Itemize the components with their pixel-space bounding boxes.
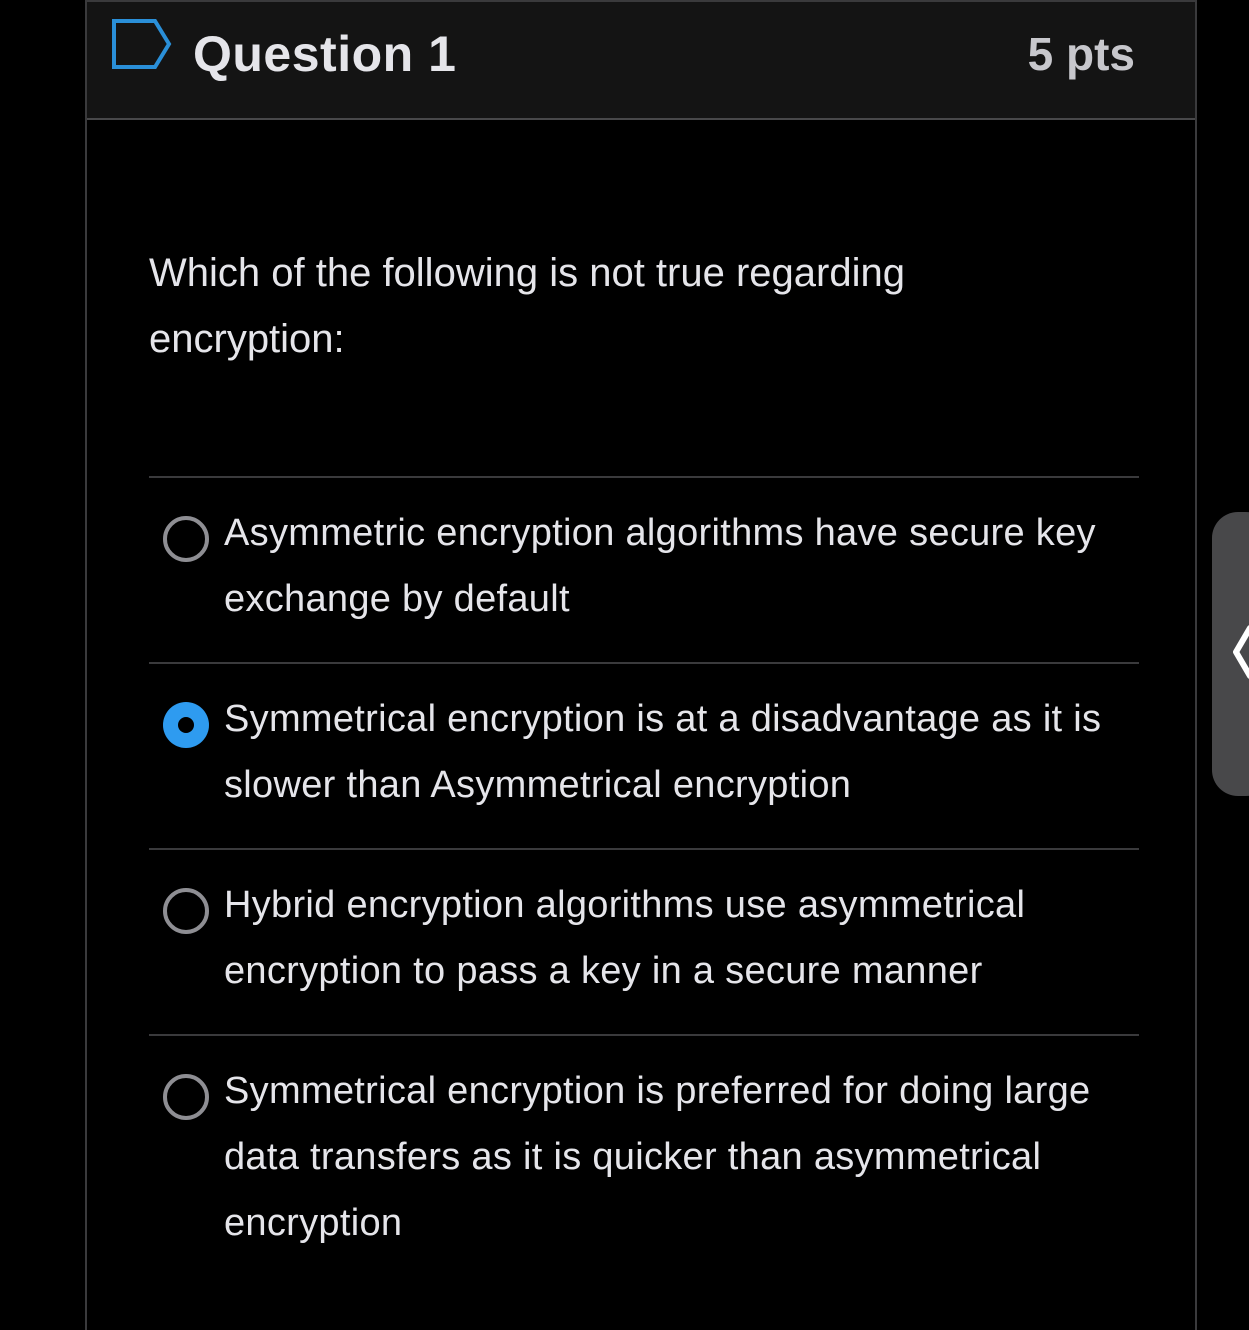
answer-label: Hybrid encryption algorithms use asymmet… xyxy=(224,884,1026,992)
question-title: Question 1 xyxy=(193,26,457,82)
radio-button-selected[interactable] xyxy=(163,702,209,748)
radio-button[interactable] xyxy=(163,516,209,562)
answer-option-2[interactable]: Symmetrical encryption is at a disadvant… xyxy=(149,662,1139,848)
question-header: Question 1 5 pts xyxy=(87,2,1195,120)
radio-button[interactable] xyxy=(163,1074,209,1120)
answer-label: Symmetrical encryption is preferred for … xyxy=(224,1070,1091,1244)
answer-option-3[interactable]: Hybrid encryption algorithms use asymmet… xyxy=(149,848,1139,1034)
side-panel-tab[interactable] xyxy=(1212,512,1249,796)
answer-list: Asymmetric encryption algorithms have se… xyxy=(149,476,1139,1284)
flag-outline-icon[interactable] xyxy=(111,18,173,70)
answer-option-1[interactable]: Asymmetric encryption algorithms have se… xyxy=(149,476,1139,662)
answer-label: Symmetrical encryption is at a disadvant… xyxy=(224,698,1102,806)
question-card: Question 1 5 pts Which of the following … xyxy=(85,0,1197,1330)
answer-label: Asymmetric encryption algorithms have se… xyxy=(224,512,1096,620)
chevron-left-icon xyxy=(1233,625,1249,679)
radio-button[interactable] xyxy=(163,888,209,934)
question-points: 5 pts xyxy=(1027,28,1135,80)
answer-option-4[interactable]: Symmetrical encryption is preferred for … xyxy=(149,1034,1139,1284)
quiz-page: Question 1 5 pts Which of the following … xyxy=(0,0,1249,1330)
question-text: Which of the following is not true regar… xyxy=(149,251,905,361)
